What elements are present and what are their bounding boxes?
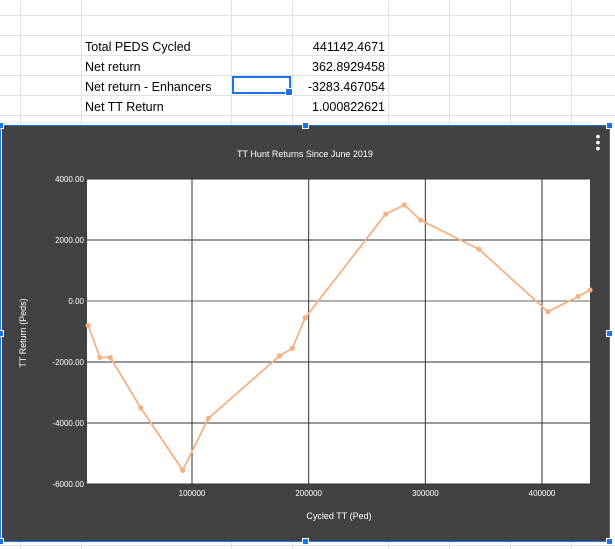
data-point xyxy=(302,315,308,321)
x-axis-label: Cycled TT (Ped) xyxy=(306,511,371,521)
chart-title: TT Hunt Returns Since June 2019 xyxy=(237,149,373,159)
cell-value-net-tt-return[interactable]: 1.000822621 xyxy=(265,97,385,117)
y-tick-label: 2000.00 xyxy=(55,236,84,245)
data-point xyxy=(383,211,389,217)
x-tick-label: 100000 xyxy=(179,489,206,498)
data-point xyxy=(85,322,91,328)
data-point xyxy=(276,353,283,359)
resize-handle-bottom[interactable] xyxy=(302,538,309,545)
resize-handle-bottom-left[interactable] xyxy=(0,538,4,545)
cell-value-net-return[interactable]: 362.8929458 xyxy=(265,57,385,77)
cell-value-total-peds[interactable]: 441142.4671 xyxy=(265,37,385,57)
row-divider xyxy=(0,35,615,36)
data-point xyxy=(97,354,103,361)
vertical-ellipsis-icon[interactable]: • • • xyxy=(592,129,604,155)
data-point xyxy=(107,354,113,361)
data-point xyxy=(545,309,551,315)
data-point xyxy=(418,217,424,223)
row-divider xyxy=(0,545,615,546)
y-tick-label: -2000.00 xyxy=(52,358,84,367)
resize-handle-right[interactable] xyxy=(606,330,613,337)
data-point xyxy=(289,345,295,351)
plot-area xyxy=(87,179,590,484)
y-tick-label: -4000.00 xyxy=(52,419,84,428)
cell-label-total-peds[interactable]: Total PEDS Cycled xyxy=(85,37,191,57)
data-point xyxy=(587,287,593,293)
x-tick-label: 300000 xyxy=(412,489,439,498)
selected-cell[interactable] xyxy=(232,76,293,96)
chart-svg: TT Hunt Returns Since June 2019 4000.00 2… xyxy=(18,149,593,521)
x-tick-label: 400000 xyxy=(529,489,556,498)
cell-label-net-return-enhancers[interactable]: Net return - Enhancers xyxy=(85,77,211,97)
data-point xyxy=(476,246,482,252)
resize-handle-left[interactable] xyxy=(0,330,4,337)
resize-handle-top[interactable] xyxy=(302,122,309,129)
y-tick-label: 4000.00 xyxy=(55,175,84,184)
data-point xyxy=(205,415,211,422)
data-point xyxy=(138,405,144,411)
y-tick-label: 0.00 xyxy=(68,297,84,306)
row-divider xyxy=(0,15,615,16)
y-tick-label: -6000.00 xyxy=(52,480,84,489)
data-point xyxy=(180,467,186,473)
x-tick-label: 200000 xyxy=(295,489,322,498)
cell-label-net-tt-return[interactable]: Net TT Return xyxy=(85,97,164,117)
y-axis-label: TT Return (Peds) xyxy=(18,298,28,367)
cell-label-net-return[interactable]: Net return xyxy=(85,57,141,77)
data-point xyxy=(401,202,407,208)
resize-handle-bottom-right[interactable] xyxy=(606,538,613,545)
resize-handle-top-left[interactable] xyxy=(0,122,4,129)
resize-handle-top-right[interactable] xyxy=(606,122,613,129)
chart[interactable]: TT Hunt Returns Since June 2019 4000.00 2… xyxy=(2,125,609,541)
data-point xyxy=(575,293,581,300)
fill-handle[interactable] xyxy=(285,88,293,96)
